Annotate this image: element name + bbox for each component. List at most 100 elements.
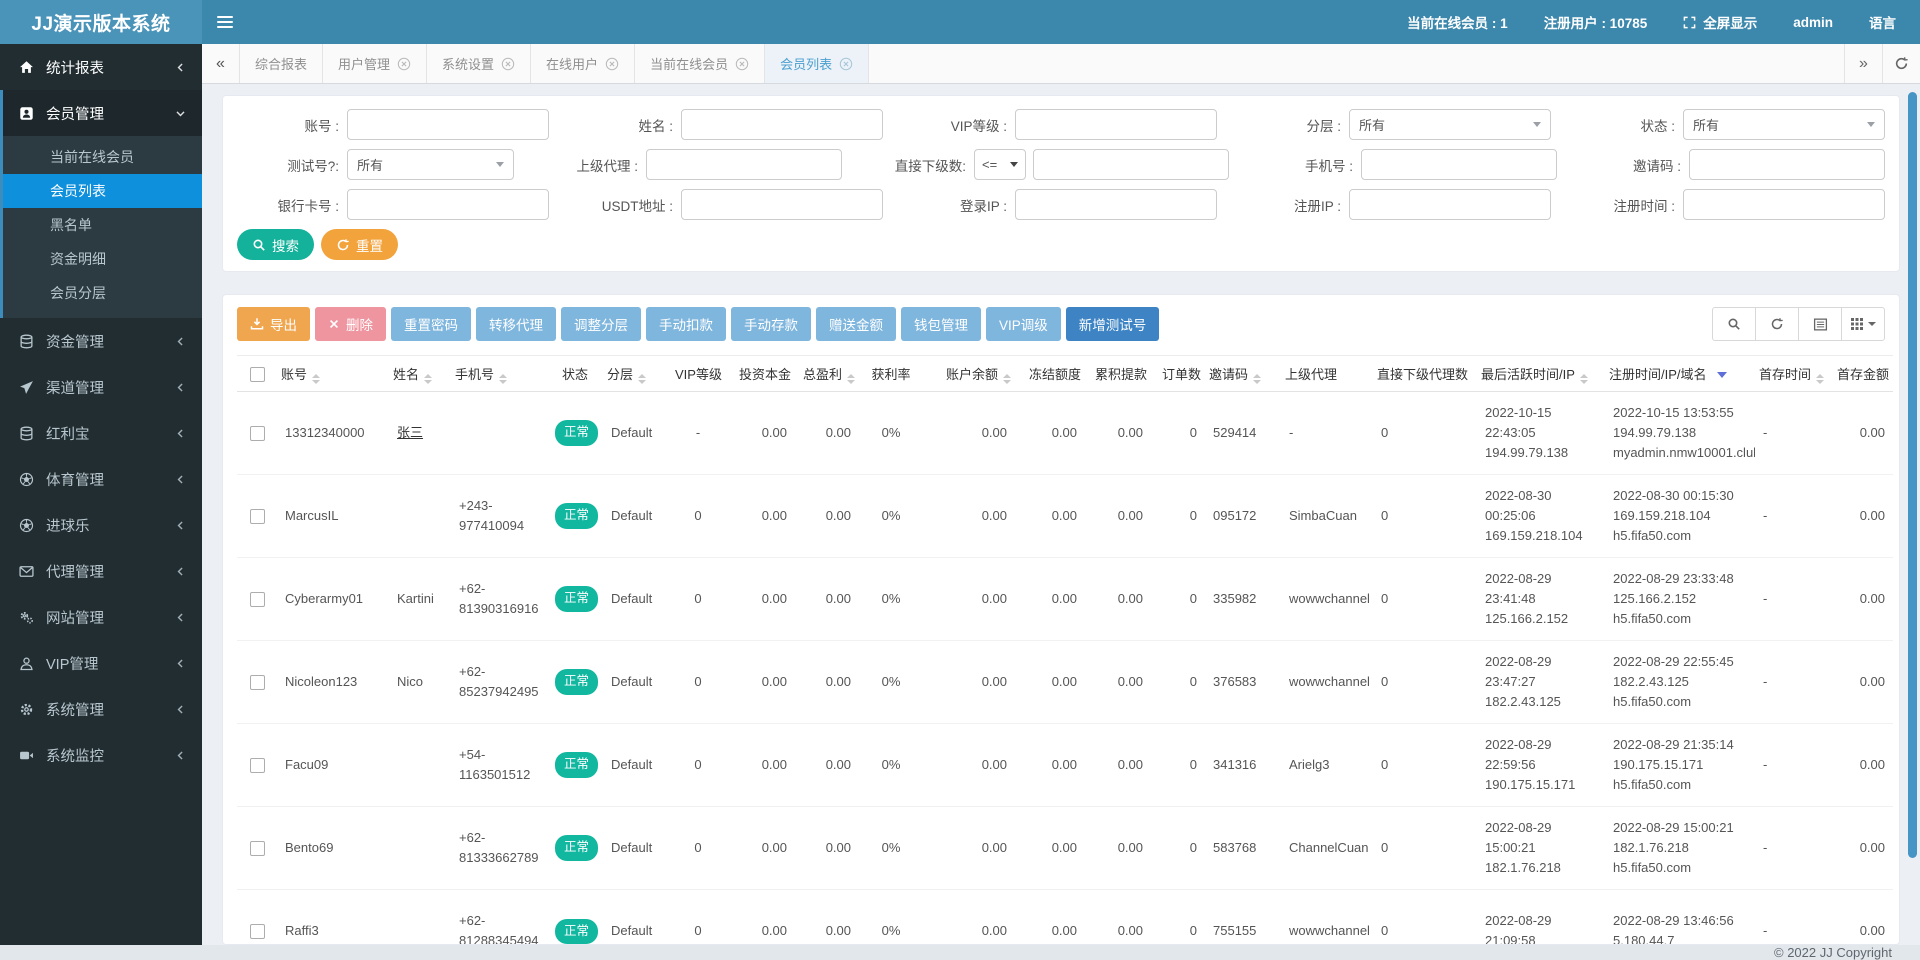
register-time-input[interactable] bbox=[1683, 189, 1885, 220]
sidebar-item-reports[interactable]: 统计报表 bbox=[0, 44, 202, 90]
row-checkbox[interactable] bbox=[250, 675, 265, 690]
col-balance[interactable]: 账户余额 bbox=[923, 356, 1015, 392]
sidebar-item-members[interactable]: 会员管理 bbox=[3, 90, 202, 136]
sidebar-item-agents[interactable]: 代理管理 bbox=[0, 548, 202, 594]
direct-subordinates-operator-select[interactable]: <= bbox=[974, 149, 1026, 180]
detail-view-button[interactable] bbox=[1798, 307, 1842, 341]
row-checkbox[interactable] bbox=[250, 509, 265, 524]
sidebar-subitem-blacklist[interactable]: 黑名单 bbox=[3, 208, 202, 242]
login-ip-input[interactable] bbox=[1015, 189, 1217, 220]
bank-card-input[interactable] bbox=[347, 189, 549, 220]
parent-agent-input[interactable] bbox=[646, 149, 842, 180]
tab-系统设置[interactable]: 系统设置 bbox=[427, 44, 531, 83]
invite-code-input[interactable] bbox=[1689, 149, 1885, 180]
col-last-active[interactable]: 最后活跃时间/IP bbox=[1477, 356, 1605, 392]
search-button[interactable] bbox=[1712, 307, 1756, 341]
tabs-scroll-right-button[interactable]: » bbox=[1844, 44, 1882, 83]
sidebar-item-system[interactable]: 系统管理 bbox=[0, 686, 202, 732]
col-invite-code[interactable]: 邀请码 bbox=[1205, 356, 1281, 392]
layer-select[interactable]: 所有 bbox=[1349, 109, 1551, 140]
gift-amount-button[interactable]: 赠送金额 bbox=[816, 307, 896, 341]
sidebar-item-channels[interactable]: 渠道管理 bbox=[0, 364, 202, 410]
tab-会员列表[interactable]: 会员列表 bbox=[765, 44, 869, 83]
tab-综合报表[interactable]: 综合报表 bbox=[240, 44, 323, 83]
phone-input[interactable] bbox=[1361, 149, 1557, 180]
tab-用户管理[interactable]: 用户管理 bbox=[323, 44, 427, 83]
search-icon bbox=[252, 238, 266, 252]
col-first-deposit-time[interactable]: 首存时间 bbox=[1755, 356, 1833, 392]
horizontal-scrollbar-track[interactable]: © 2022 JJ Copyright bbox=[0, 945, 1920, 960]
col-name[interactable]: 姓名 bbox=[389, 356, 451, 392]
grid-view-button[interactable] bbox=[1841, 307, 1885, 341]
reset-button[interactable]: 重置 bbox=[321, 229, 398, 260]
vip-level-input[interactable] bbox=[1015, 109, 1217, 140]
sidebar-item-bonus[interactable]: 红利宝 bbox=[0, 410, 202, 456]
sidebar-subitem-label: 黑名单 bbox=[50, 217, 92, 233]
sidebar-subitem-member-layers[interactable]: 会员分层 bbox=[3, 276, 202, 310]
direct-subordinates-input[interactable] bbox=[1033, 149, 1229, 180]
sidebar-item-funds[interactable]: 资金管理 bbox=[0, 318, 202, 364]
download-icon bbox=[250, 317, 264, 331]
status-select[interactable]: 所有 bbox=[1683, 109, 1885, 140]
member-name-link[interactable]: 张三 bbox=[397, 425, 423, 440]
register-ip-input[interactable] bbox=[1349, 189, 1551, 220]
sidebar-item-vip[interactable]: VIP管理 bbox=[0, 640, 202, 686]
status-badge: 正常 bbox=[555, 420, 598, 445]
wallet-manage-button[interactable]: 钱包管理 bbox=[901, 307, 981, 341]
sidebar-toggle-button[interactable] bbox=[202, 0, 248, 44]
col-layer[interactable]: 分层 bbox=[603, 356, 671, 392]
first-deposit-time-cell: - bbox=[1755, 724, 1833, 807]
manual-deduct-button[interactable]: 手动扣款 bbox=[646, 307, 726, 341]
transfer-agent-button[interactable]: 转移代理 bbox=[476, 307, 556, 341]
angle-left-icon bbox=[175, 566, 187, 577]
sidebar-subitem-fund-details[interactable]: 资金明细 bbox=[3, 242, 202, 276]
search-button[interactable]: 搜索 bbox=[237, 229, 314, 260]
sidebar-item-sports[interactable]: 体育管理 bbox=[0, 456, 202, 502]
user-menu[interactable]: admin bbox=[1793, 15, 1833, 30]
vertical-scrollbar-thumb[interactable] bbox=[1908, 92, 1917, 858]
frozen-cell: 0.00 bbox=[1015, 890, 1085, 946]
direct-agents-cell: 0 bbox=[1373, 641, 1477, 724]
col-phone[interactable]: 手机号 bbox=[451, 356, 547, 392]
adjust-layer-button[interactable]: 调整分层 bbox=[561, 307, 641, 341]
col-register-info[interactable]: 注册时间/IP/域名 bbox=[1605, 356, 1755, 392]
col-parent-agent: 上级代理 bbox=[1281, 356, 1373, 392]
fullscreen-button[interactable]: 全屏显示 bbox=[1683, 12, 1757, 32]
row-checkbox[interactable] bbox=[250, 592, 265, 607]
usdt-address-input[interactable] bbox=[681, 189, 883, 220]
profit-rate-cell: 0% bbox=[859, 558, 923, 641]
sidebar-subitem-online-members[interactable]: 当前在线会员 bbox=[3, 140, 202, 174]
row-checkbox[interactable] bbox=[250, 841, 265, 856]
sidebar-item-label: 统计报表 bbox=[46, 57, 104, 78]
real-name-input[interactable] bbox=[681, 109, 883, 140]
col-total-profit[interactable]: 总盈利 bbox=[795, 356, 859, 392]
account-input[interactable] bbox=[347, 109, 549, 140]
invest-capital-cell: 0.00 bbox=[725, 890, 795, 946]
reset-password-button[interactable]: 重置密码 bbox=[391, 307, 471, 341]
tab-refresh-button[interactable] bbox=[1882, 44, 1920, 83]
delete-button[interactable]: 删除 bbox=[315, 307, 386, 341]
manual-deposit-button[interactable]: 手动存款 bbox=[731, 307, 811, 341]
refresh-button[interactable] bbox=[1755, 307, 1799, 341]
caret-down-icon bbox=[1867, 122, 1875, 127]
vip-adjust-button[interactable]: VIP调级 bbox=[986, 307, 1061, 341]
select-all-checkbox[interactable] bbox=[250, 367, 265, 382]
sidebar-item-monitor[interactable]: 系统监控 bbox=[0, 732, 202, 778]
row-checkbox[interactable] bbox=[250, 426, 265, 441]
sidebar-item-website[interactable]: 网站管理 bbox=[0, 594, 202, 640]
tab-当前在线会员[interactable]: 当前在线会员 bbox=[635, 44, 765, 83]
language-menu[interactable]: 语言 bbox=[1869, 12, 1896, 32]
vip-level-cell: 0 bbox=[671, 724, 725, 807]
export-button[interactable]: 导出 bbox=[237, 307, 310, 341]
sidebar-item-goal-fun[interactable]: 进球乐 bbox=[0, 502, 202, 548]
tab-在线用户[interactable]: 在线用户 bbox=[531, 44, 635, 83]
invite-code-cell: 341316 bbox=[1205, 724, 1281, 807]
add-test-account-button[interactable]: 新增测试号 bbox=[1066, 307, 1160, 341]
sidebar-item-label: 系统管理 bbox=[46, 699, 104, 720]
is-test-select[interactable]: 所有 bbox=[347, 149, 514, 180]
col-account[interactable]: 账号 bbox=[277, 356, 389, 392]
row-checkbox[interactable] bbox=[250, 758, 265, 773]
tabs-scroll-left-button[interactable]: « bbox=[202, 44, 240, 83]
sidebar-subitem-member-list[interactable]: 会员列表 bbox=[3, 174, 202, 208]
row-checkbox[interactable] bbox=[250, 924, 265, 939]
